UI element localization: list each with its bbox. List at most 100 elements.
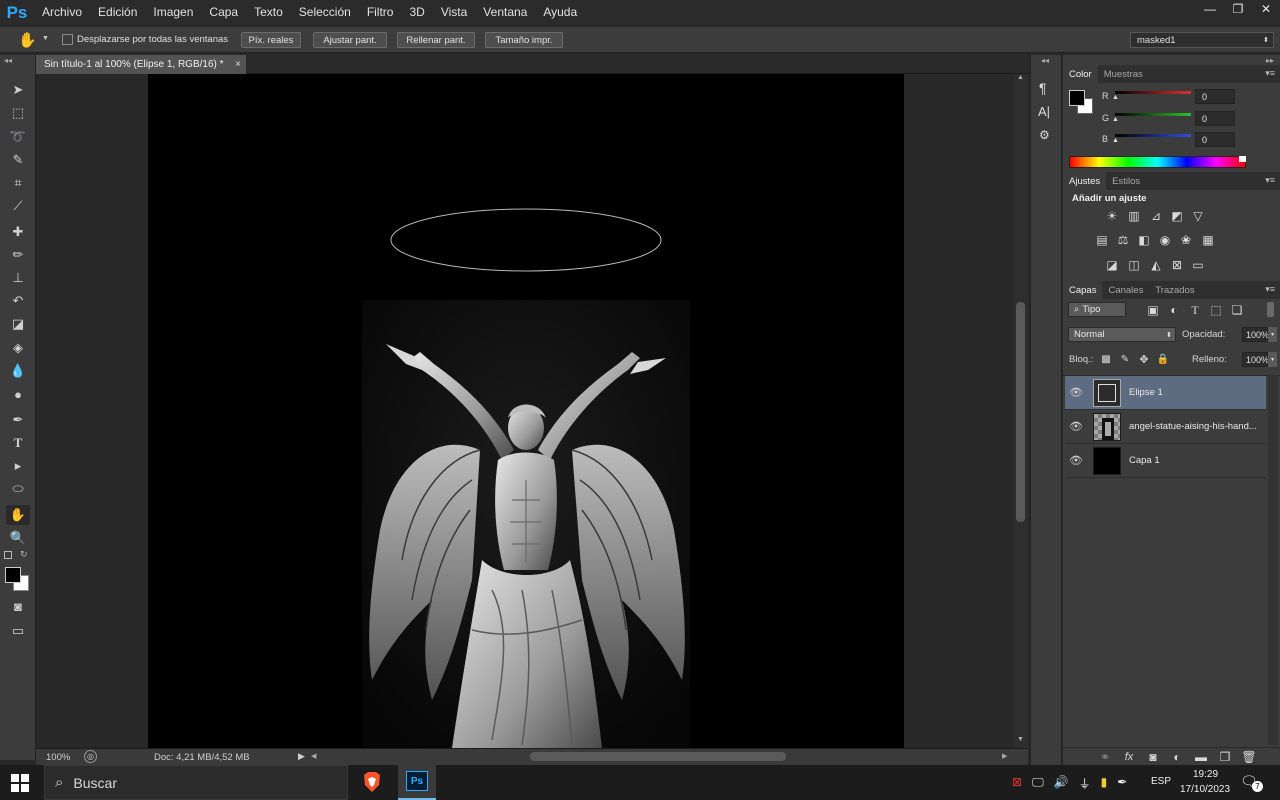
- channel-g-slider[interactable]: [1115, 113, 1191, 116]
- canvas-area[interactable]: [36, 74, 1014, 748]
- brightness-icon[interactable]: ☀: [1104, 209, 1120, 223]
- hand-tool-icon[interactable]: ✋: [6, 505, 30, 525]
- new-layer-icon[interactable]: ❐: [1217, 750, 1233, 764]
- eyedropper-tool-icon[interactable]: ⟋: [6, 196, 30, 216]
- opacity-value[interactable]: 100%: [1242, 327, 1269, 342]
- screen-mode-icon[interactable]: ▭: [6, 621, 30, 641]
- paint-bucket-tool-icon[interactable]: ◈: [6, 338, 30, 358]
- selective-color-icon[interactable]: ⊠: [1169, 258, 1185, 272]
- menu-vista[interactable]: Vista: [433, 0, 475, 25]
- vertical-scroll-thumb[interactable]: [1016, 302, 1025, 522]
- print-size-button[interactable]: Tamaño impr.: [485, 32, 563, 48]
- language-indicator[interactable]: ESP: [1151, 776, 1171, 787]
- slider-thumb-icon[interactable]: ▲: [1112, 116, 1119, 123]
- battery-icon[interactable]: ▮: [1101, 775, 1108, 792]
- lasso-tool-icon[interactable]: ➰: [6, 127, 30, 147]
- lock-pixels-icon[interactable]: ✎: [1117, 352, 1133, 366]
- tab-layers[interactable]: Capas: [1063, 281, 1103, 299]
- document-tab[interactable]: Sin título-1 al 100% (Elipse 1, RGB/16) …: [36, 55, 246, 74]
- ellipse-tool-icon[interactable]: ⬭: [6, 479, 30, 499]
- menu-archivo[interactable]: Archivo: [34, 0, 90, 25]
- white-swatch[interactable]: [1239, 156, 1246, 162]
- new-group-icon[interactable]: ▬: [1193, 750, 1209, 764]
- paragraph-panel-icon[interactable]: ¶: [1039, 80, 1047, 96]
- type-tool-icon[interactable]: T: [6, 433, 30, 453]
- vertical-scrollbar[interactable]: ▲ ▼: [1014, 74, 1028, 748]
- menu-capa[interactable]: Capa: [201, 0, 246, 25]
- blend-mode-select[interactable]: Normal ⬍: [1068, 327, 1176, 342]
- usb-icon[interactable]: ⏚: [1079, 775, 1091, 792]
- windows-start-icon[interactable]: [10, 773, 30, 793]
- new-adjustment-icon[interactable]: ◐: [1169, 750, 1185, 764]
- channel-b-value[interactable]: 0: [1195, 132, 1235, 147]
- menu-edicion[interactable]: Edición: [90, 0, 145, 25]
- photo-filter-icon[interactable]: ◉: [1157, 233, 1173, 247]
- fit-screen-button[interactable]: Ajustar pant.: [313, 32, 387, 48]
- menu-seleccion[interactable]: Selección: [291, 0, 359, 25]
- history-brush-tool-icon[interactable]: ↶: [6, 291, 30, 311]
- tab-swatches[interactable]: Muestras: [1098, 65, 1149, 83]
- collapse-arrows-icon[interactable]: ▸▸: [1266, 56, 1274, 65]
- trash-icon[interactable]: 🗑: [1241, 750, 1257, 764]
- levels-icon[interactable]: ▥: [1126, 209, 1142, 223]
- security-alert-icon[interactable]: ⊠: [1012, 775, 1022, 792]
- lock-transparency-icon[interactable]: ▩: [1098, 352, 1114, 366]
- chevron-down-icon[interactable]: ▾: [1268, 327, 1277, 342]
- gradient-map-icon[interactable]: ▭: [1190, 258, 1206, 272]
- channel-r-slider[interactable]: [1115, 91, 1191, 94]
- layer-row-angel-statue[interactable]: 👁 angel-statue-aising-his-hand...: [1065, 410, 1266, 444]
- tab-channels[interactable]: Canales: [1102, 281, 1149, 299]
- vibrance-icon[interactable]: ▽: [1190, 209, 1206, 223]
- menu-ayuda[interactable]: Ayuda: [535, 0, 585, 25]
- network-icon[interactable]: 🖵: [1032, 775, 1044, 792]
- scroll-left-arrow-icon[interactable]: ◀: [311, 752, 316, 760]
- link-layers-icon[interactable]: ⚭: [1097, 750, 1113, 764]
- crop-tool-icon[interactable]: ⌗: [6, 173, 30, 193]
- filter-pixel-icon[interactable]: ▣: [1145, 303, 1161, 317]
- fill-screen-button[interactable]: Rellenar pant.: [397, 32, 475, 48]
- restore-button[interactable]: ❐: [1224, 0, 1252, 18]
- brush-tool-icon[interactable]: ✏: [6, 245, 30, 265]
- tab-color[interactable]: Color: [1063, 65, 1098, 83]
- horizontal-scroll-thumb[interactable]: [530, 752, 786, 761]
- posterize-icon[interactable]: ◫: [1126, 258, 1142, 272]
- scroll-all-windows-checkbox[interactable]: [62, 34, 73, 45]
- eye-icon[interactable]: 👁: [1065, 386, 1087, 399]
- foreground-color-swatch[interactable]: [5, 567, 21, 583]
- color-balance-icon[interactable]: ⚖: [1115, 233, 1131, 247]
- exposure-icon[interactable]: ◩: [1169, 209, 1185, 223]
- hue-saturation-icon[interactable]: ▤: [1094, 233, 1110, 247]
- zoom-tool-icon[interactable]: 🔍: [6, 528, 30, 548]
- fx-icon[interactable]: fx: [1121, 750, 1137, 764]
- taskbar-search[interactable]: ⌕ Buscar: [44, 765, 348, 800]
- layer-row-elipse-1[interactable]: 👁 Elipse 1: [1065, 376, 1266, 410]
- zoom-level[interactable]: 100%: [46, 752, 70, 763]
- channel-mixer-icon[interactable]: ❀: [1178, 233, 1194, 247]
- fill-value[interactable]: 100%: [1242, 352, 1269, 367]
- status-info-icon[interactable]: ◎: [84, 750, 97, 763]
- close-button[interactable]: ✕: [1252, 0, 1280, 18]
- chevron-down-icon[interactable]: ▾: [1268, 352, 1277, 367]
- volume-icon[interactable]: 🔊: [1054, 775, 1069, 792]
- notification-center-icon[interactable]: 🗨 7: [1240, 773, 1263, 793]
- document-canvas[interactable]: [148, 74, 904, 748]
- channel-g-value[interactable]: 0: [1195, 111, 1235, 126]
- character-panel-icon[interactable]: A|: [1038, 104, 1050, 119]
- default-colors-icon[interactable]: [4, 551, 12, 559]
- lock-all-icon[interactable]: 🔒: [1155, 352, 1171, 366]
- clone-stamp-tool-icon[interactable]: ⊥: [6, 268, 30, 288]
- threshold-icon[interactable]: ◭: [1148, 258, 1164, 272]
- eye-icon[interactable]: 👁: [1065, 454, 1087, 467]
- clock-time[interactable]: 19:29: [1193, 769, 1218, 780]
- dodge-tool-icon[interactable]: ●: [6, 384, 30, 404]
- tab-adjustments[interactable]: Ajustes: [1063, 172, 1107, 190]
- tab-paths[interactable]: Trazados: [1149, 281, 1200, 299]
- quick-mask-icon[interactable]: ◙: [6, 596, 30, 616]
- pen-icon[interactable]: ✒: [1117, 775, 1127, 792]
- panel-menu-icon[interactable]: ▾≡: [1265, 284, 1275, 295]
- filter-type-icon[interactable]: T: [1187, 303, 1203, 317]
- slider-thumb-icon[interactable]: ▲: [1112, 137, 1119, 144]
- minimize-button[interactable]: —: [1196, 0, 1224, 18]
- scroll-down-arrow-icon[interactable]: ▼: [1017, 736, 1024, 743]
- channel-b-slider[interactable]: [1115, 134, 1191, 137]
